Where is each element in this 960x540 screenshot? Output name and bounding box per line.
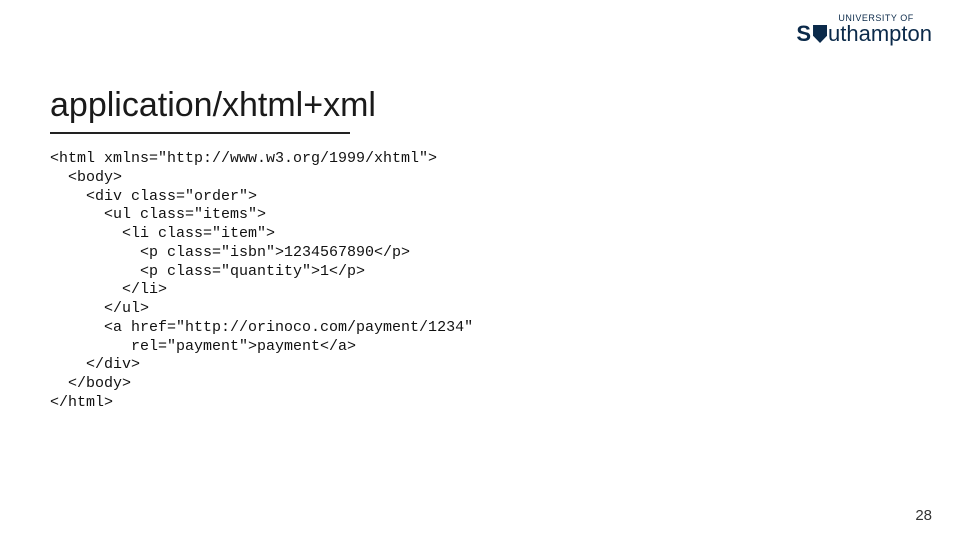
code-block: <html xmlns="http://www.w3.org/1999/xhtm… (50, 150, 473, 413)
slide-title: application/xhtml+xml (50, 86, 376, 125)
code-line: rel="payment">payment</a> (50, 338, 356, 355)
code-line: <div class="order"> (50, 188, 257, 205)
slide: UNIVERSITY OF Suthampton application/xht… (0, 0, 960, 540)
shield-icon (813, 25, 827, 43)
page-number: 28 (915, 507, 932, 524)
code-line: <li class="item"> (50, 225, 275, 242)
title-underline (50, 132, 350, 134)
code-line: </html> (50, 394, 113, 411)
code-line: <ul class="items"> (50, 206, 266, 223)
code-line: </ul> (50, 300, 149, 317)
code-line: </li> (50, 281, 167, 298)
code-line: <a href="http://orinoco.com/payment/1234… (50, 319, 473, 336)
code-line: <p class="quantity">1</p> (50, 263, 365, 280)
code-line: </div> (50, 356, 140, 373)
logo-main-text: Suthampton (796, 23, 932, 45)
logo-suffix: uthampton (828, 21, 932, 46)
code-line: <html xmlns="http://www.w3.org/1999/xhtm… (50, 150, 437, 167)
logo-prefix: S (796, 21, 811, 46)
code-line: </body> (50, 375, 131, 392)
university-logo: UNIVERSITY OF Suthampton (796, 14, 932, 45)
code-line: <p class="isbn">1234567890</p> (50, 244, 410, 261)
code-line: <body> (50, 169, 122, 186)
